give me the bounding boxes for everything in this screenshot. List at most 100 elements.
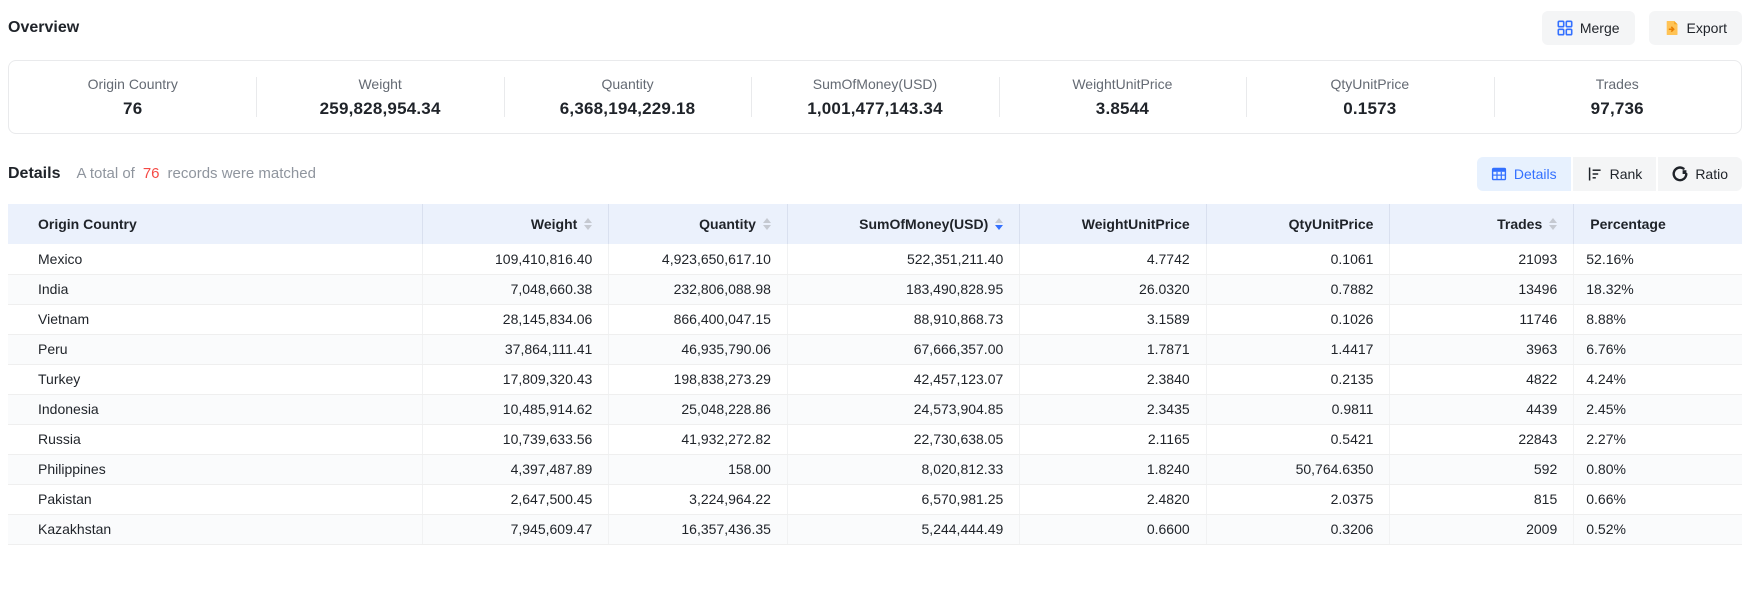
cell-qup: 1.4417	[1206, 334, 1390, 364]
cell-sum: 67,666,357.00	[787, 334, 1019, 364]
cell-trades: 815	[1390, 484, 1574, 514]
cell-trades: 13496	[1390, 274, 1574, 304]
cell-pct: 0.66%	[1574, 484, 1742, 514]
column-label: Trades	[1497, 216, 1542, 232]
caret-up-icon	[584, 218, 592, 223]
merge-icon	[1557, 20, 1573, 36]
cell-sum: 522,351,211.40	[787, 244, 1019, 274]
stat-value: 76	[123, 99, 142, 119]
cell-wup: 2.3840	[1020, 364, 1206, 394]
column-header-weight[interactable]: Weight	[422, 204, 608, 244]
cell-pct: 18.32%	[1574, 274, 1742, 304]
cell-quantity: 41,932,272.82	[609, 424, 788, 454]
cell-sum: 22,730,638.05	[787, 424, 1019, 454]
stat-qty-unit-price: QtyUnitPrice 0.1573	[1246, 61, 1493, 133]
sort-carets	[763, 218, 771, 230]
tab-details[interactable]: Details	[1477, 157, 1571, 191]
column-header-trades[interactable]: Trades	[1390, 204, 1574, 244]
cell-origin: India	[8, 274, 422, 304]
cell-pct: 0.52%	[1574, 514, 1742, 544]
column-header-quantity[interactable]: Quantity	[609, 204, 788, 244]
stat-sum-of-money: SumOfMoney(USD) 1,001,477,143.34	[751, 61, 998, 133]
cell-weight: 2,647,500.45	[422, 484, 608, 514]
tab-label: Ratio	[1695, 166, 1728, 182]
cell-weight: 28,145,834.06	[422, 304, 608, 334]
table-row: Turkey17,809,320.43198,838,273.2942,457,…	[8, 364, 1742, 394]
cell-origin: Russia	[8, 424, 422, 454]
cell-quantity: 198,838,273.29	[609, 364, 788, 394]
stat-value: 6,368,194,229.18	[560, 99, 696, 119]
tab-label: Rank	[1610, 166, 1643, 182]
column-label: Origin Country	[38, 216, 137, 232]
page: Overview Merge Export Origin Country 76 …	[0, 10, 1750, 545]
merge-button-label: Merge	[1580, 20, 1620, 36]
cell-wup: 2.3435	[1020, 394, 1206, 424]
topbar-actions: Merge Export	[1542, 11, 1742, 45]
stat-value: 97,736	[1591, 99, 1644, 119]
cell-origin: Mexico	[8, 244, 422, 274]
cell-weight: 7,945,609.47	[422, 514, 608, 544]
stat-label: Origin Country	[88, 76, 178, 92]
tab-label: Details	[1514, 166, 1557, 182]
view-switch: Details Rank Ratio	[1477, 157, 1742, 191]
cell-qup: 0.9811	[1206, 394, 1390, 424]
table-row: Vietnam28,145,834.06866,400,047.1588,910…	[8, 304, 1742, 334]
details-table: Origin Country WeightQuantity SumOfMoney(U…	[8, 204, 1742, 545]
cell-qup: 0.7882	[1206, 274, 1390, 304]
tab-rank[interactable]: Rank	[1573, 157, 1657, 191]
cell-trades: 22843	[1390, 424, 1574, 454]
cell-weight: 17,809,320.43	[422, 364, 608, 394]
stat-trades: Trades 97,736	[1494, 61, 1741, 133]
cell-wup: 26.0320	[1020, 274, 1206, 304]
table-row: Indonesia10,485,914.6225,048,228.8624,57…	[8, 394, 1742, 424]
stat-label: WeightUnitPrice	[1072, 76, 1172, 92]
stat-label: QtyUnitPrice	[1331, 76, 1410, 92]
cell-sum: 8,020,812.33	[787, 454, 1019, 484]
column-header-sum[interactable]: SumOfMoney(USD)	[787, 204, 1019, 244]
caret-up-icon	[995, 218, 1003, 223]
cell-origin: Peru	[8, 334, 422, 364]
tab-ratio[interactable]: Ratio	[1658, 157, 1742, 191]
stat-label: SumOfMoney(USD)	[813, 76, 937, 92]
caret-down-icon	[763, 225, 771, 230]
column-label: Percentage	[1590, 216, 1665, 232]
cell-quantity: 158.00	[609, 454, 788, 484]
caret-down-icon	[995, 225, 1003, 230]
details-left: Details A total of76records were matched	[8, 165, 316, 183]
table-row: Peru37,864,111.4146,935,790.0667,666,357…	[8, 334, 1742, 364]
merge-button[interactable]: Merge	[1542, 11, 1635, 45]
summary-prefix: A total of	[76, 165, 134, 182]
cell-wup: 1.7871	[1020, 334, 1206, 364]
table-row: Pakistan2,647,500.453,224,964.226,570,98…	[8, 484, 1742, 514]
details-bar: Details A total of76records were matched…	[8, 156, 1742, 192]
cell-weight: 37,864,111.41	[422, 334, 608, 364]
caret-up-icon	[763, 218, 771, 223]
cell-sum: 88,910,868.73	[787, 304, 1019, 334]
cell-wup: 4.7742	[1020, 244, 1206, 274]
cell-pct: 2.27%	[1574, 424, 1742, 454]
cell-sum: 5,244,444.49	[787, 514, 1019, 544]
stat-value: 1,001,477,143.34	[807, 99, 943, 119]
export-button-label: Export	[1687, 20, 1727, 36]
stat-quantity: Quantity 6,368,194,229.18	[504, 61, 751, 133]
cell-weight: 109,410,816.40	[422, 244, 608, 274]
cell-qup: 0.3206	[1206, 514, 1390, 544]
export-button[interactable]: Export	[1649, 11, 1742, 45]
cell-pct: 0.80%	[1574, 454, 1742, 484]
cell-quantity: 46,935,790.06	[609, 334, 788, 364]
cell-origin: Turkey	[8, 364, 422, 394]
cell-pct: 8.88%	[1574, 304, 1742, 334]
table-row: India7,048,660.38232,806,088.98183,490,8…	[8, 274, 1742, 304]
cell-qup: 0.1026	[1206, 304, 1390, 334]
cell-origin: Indonesia	[8, 394, 422, 424]
cell-wup: 0.6600	[1020, 514, 1206, 544]
cell-origin: Philippines	[8, 454, 422, 484]
column-label: QtyUnitPrice	[1289, 216, 1374, 232]
caret-down-icon	[584, 225, 592, 230]
cell-trades: 11746	[1390, 304, 1574, 334]
column-label: SumOfMoney(USD)	[859, 216, 988, 232]
stat-label: Quantity	[601, 76, 653, 92]
page-title: Overview	[8, 19, 79, 37]
cell-weight: 10,485,914.62	[422, 394, 608, 424]
cell-qup: 50,764.6350	[1206, 454, 1390, 484]
